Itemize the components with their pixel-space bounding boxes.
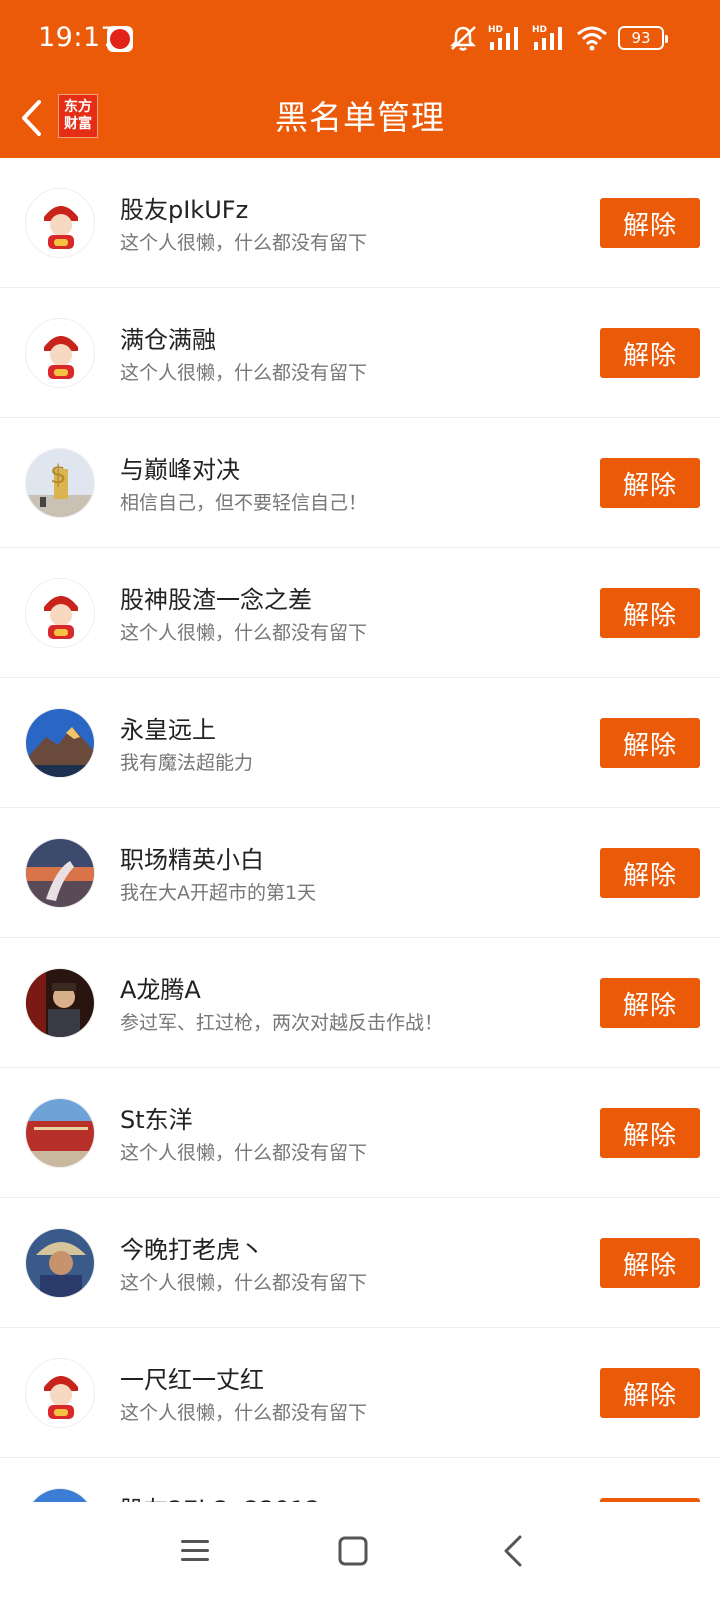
user-bio: 我有魔法超能力 bbox=[120, 752, 254, 774]
list-item: 永皇远上 我有魔法超能力 解除 bbox=[0, 678, 720, 808]
back-triangle-icon bbox=[504, 1535, 522, 1567]
user-bio: 这个人很懒，什么都没有留下 bbox=[120, 622, 368, 644]
user-bio: 这个人很懒，什么都没有留下 bbox=[120, 232, 368, 254]
unblock-button[interactable]: 解除 bbox=[600, 328, 700, 378]
signal-hd-icon: HD bbox=[488, 25, 518, 50]
user-name: 一尺红一丈红 bbox=[120, 1366, 264, 1394]
user-name: 永皇远上 bbox=[120, 716, 216, 744]
caishen-avatar bbox=[25, 578, 95, 648]
portrait-avatar bbox=[25, 968, 95, 1038]
user-bio: 这个人很懒，什么都没有留下 bbox=[120, 362, 368, 384]
unblock-button[interactable]: 解除 bbox=[600, 198, 700, 248]
user-bio: 我在大A开超市的第1天 bbox=[120, 882, 317, 904]
blacklist: 股友pIkUFz 这个人很懒，什么都没有留下 解除 满仓满融 这个人很懒，什么都… bbox=[0, 158, 720, 1502]
list-item: A龙腾A 参过军、扛过枪，两次对越反击作战！ 解除 bbox=[0, 938, 720, 1068]
dollar-coins-avatar: $ bbox=[25, 448, 95, 518]
page-title: 黑名单管理 bbox=[275, 98, 445, 137]
status-icons: HD HD 93 bbox=[448, 22, 668, 54]
signal-hd-icon-2: HD bbox=[532, 25, 562, 50]
list-item: 今晚打老虎丶 这个人很懒，什么都没有留下 解除 bbox=[0, 1198, 720, 1328]
user-name: 今晚打老虎丶 bbox=[120, 1236, 264, 1264]
list-item: 股友27b2u22912 解除 bbox=[0, 1458, 720, 1502]
menu-icon bbox=[181, 1540, 209, 1561]
app-root: 19:17 HD HD 93 东方 财富 黑名单管理 股友pIkUFz 这个人很… bbox=[0, 0, 720, 1600]
list-item: St东洋 这个人很懒，什么都没有留下 解除 bbox=[0, 1068, 720, 1198]
unblock-button[interactable]: 解除 bbox=[600, 718, 700, 768]
user-name: 股友27b2u22912 bbox=[120, 1490, 321, 1502]
user-bio: 这个人很懒，什么都没有留下 bbox=[120, 1142, 368, 1164]
user-name: 与巅峰对决 bbox=[120, 456, 240, 484]
list-item: $ 与巅峰对决 相信自己，但不要轻信自己！ 解除 bbox=[0, 418, 720, 548]
user-name: 满仓满融 bbox=[120, 326, 216, 354]
caishen-avatar bbox=[25, 1358, 95, 1428]
user-name: A龙腾A bbox=[120, 976, 201, 1004]
unblock-button[interactable]: 解除 bbox=[600, 1368, 700, 1418]
svg-text:HD: HD bbox=[488, 25, 503, 35]
svg-text:HD: HD bbox=[532, 25, 547, 35]
unblock-button[interactable]: 解除 bbox=[600, 588, 700, 638]
svg-text:$: $ bbox=[50, 460, 67, 490]
menu-button[interactable] bbox=[170, 1526, 220, 1576]
user-bio: 相信自己，但不要轻信自己！ bbox=[120, 492, 368, 514]
top-nav-bar: 东方 财富 黑名单管理 bbox=[0, 78, 720, 158]
mountain-peak-avatar bbox=[25, 708, 95, 778]
home-square-icon bbox=[338, 1536, 368, 1566]
red-building-avatar bbox=[25, 1098, 95, 1168]
battery-icon: 93 bbox=[618, 26, 668, 50]
mute-icon bbox=[449, 26, 477, 51]
user-bio: 这个人很懒，什么都没有留下 bbox=[120, 1402, 368, 1424]
system-nav-bar bbox=[0, 1502, 720, 1600]
battery-level: 93 bbox=[631, 29, 651, 47]
user-name: 股神股渣一念之差 bbox=[120, 586, 312, 614]
user-bio: 这个人很懒，什么都没有留下 bbox=[120, 1272, 368, 1294]
unblock-button[interactable]: 解除 bbox=[600, 848, 700, 898]
sunset-figure-avatar bbox=[25, 838, 95, 908]
home-button[interactable] bbox=[328, 1526, 378, 1576]
system-back-button[interactable] bbox=[488, 1526, 538, 1576]
user-name: 职场精英小白 bbox=[120, 846, 264, 874]
list-item: 股友pIkUFz 这个人很懒，什么都没有留下 解除 bbox=[0, 158, 720, 288]
wifi-icon bbox=[577, 26, 607, 51]
user-name: 股友pIkUFz bbox=[120, 196, 249, 224]
caishen-avatar bbox=[25, 318, 95, 388]
unblock-button[interactable]: 解除 bbox=[600, 978, 700, 1028]
user-bio: 参过军、扛过枪，两次对越反击作战！ bbox=[120, 1012, 444, 1034]
person-hat-avatar bbox=[25, 1228, 95, 1298]
caishen-avatar bbox=[25, 188, 95, 258]
unblock-button[interactable]: 解除 bbox=[600, 1108, 700, 1158]
app-notification-icon bbox=[107, 26, 133, 52]
list-item: 股神股渣一念之差 这个人很懒，什么都没有留下 解除 bbox=[0, 548, 720, 678]
list-item: 满仓满融 这个人很懒，什么都没有留下 解除 bbox=[0, 288, 720, 418]
unblock-button[interactable]: 解除 bbox=[600, 458, 700, 508]
user-name: St东洋 bbox=[120, 1106, 193, 1134]
status-bar: 19:17 HD HD 93 bbox=[0, 0, 720, 78]
list-item: 一尺红一丈红 这个人很懒，什么都没有留下 解除 bbox=[0, 1328, 720, 1458]
unblock-button[interactable]: 解除 bbox=[600, 1238, 700, 1288]
sky-avatar bbox=[25, 1488, 95, 1502]
list-item: 职场精英小白 我在大A开超市的第1天 解除 bbox=[0, 808, 720, 938]
